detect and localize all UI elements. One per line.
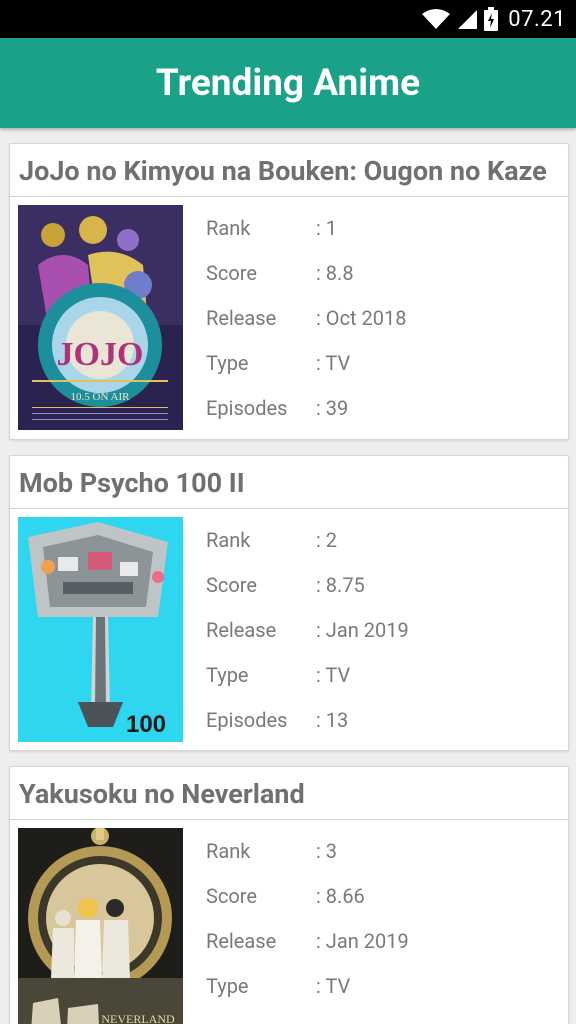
- release-value: : Oct 2018: [316, 305, 407, 330]
- anime-poster: 100: [18, 517, 183, 742]
- score-value: : 8.66: [316, 883, 365, 908]
- anime-card[interactable]: JoJo no Kimyou na Bouken: Ougon no Kaze …: [9, 143, 569, 440]
- jojo-poster-icon: JOJO 10.5 ON AIR: [18, 205, 183, 430]
- type-row: Type : TV: [206, 652, 556, 697]
- release-row: Release : Jan 2019: [206, 607, 556, 652]
- release-label: Release: [206, 617, 277, 642]
- anime-poster: JOJO 10.5 ON AIR: [18, 205, 183, 430]
- release-label: Release: [206, 305, 277, 330]
- poster-logo-text: 100: [126, 711, 166, 738]
- type-row: Type : TV: [206, 340, 556, 385]
- status-icons: 07.21: [422, 0, 566, 38]
- episodes-label: Episodes: [206, 395, 288, 420]
- app-bar: Trending Anime: [0, 38, 576, 128]
- rank-value: : 1: [316, 215, 338, 240]
- release-row: Release : Oct 2018: [206, 295, 556, 340]
- status-bar: 07.21: [0, 0, 576, 38]
- episodes-row: Episodes : 39: [206, 385, 556, 430]
- status-time: 07.21: [508, 6, 566, 32]
- rank-value: : 2: [316, 527, 338, 552]
- anime-details: Rank : 2 Score : 8.75 Release : Jan 2019 Ty…: [206, 517, 556, 742]
- rank-label: Rank: [206, 215, 251, 240]
- wifi-icon: [422, 9, 451, 29]
- episodes-row: Episodes : 13: [206, 697, 556, 742]
- type-value: : TV: [316, 350, 351, 375]
- anime-details: Rank : 3 Score : 8.66 Release : Jan 2019 Ty…: [206, 828, 556, 1008]
- type-value: : TV: [316, 973, 351, 998]
- release-value: : Jan 2019: [316, 617, 409, 642]
- episodes-label: Episodes: [206, 707, 288, 732]
- release-row: Release : Jan 2019: [206, 918, 556, 963]
- anime-card[interactable]: Yakusoku no Neverland NEVERLAND Rank: 3…: [9, 766, 569, 1024]
- score-value: : 8.8: [316, 260, 354, 285]
- rank-label: Rank: [206, 838, 251, 863]
- type-row: Type : TV: [206, 963, 556, 1008]
- release-label: Release: [206, 928, 277, 953]
- type-value: : TV: [316, 662, 351, 687]
- anime-title: Yakusoku no Neverland: [10, 767, 568, 820]
- rank-row: Rank : 1: [206, 205, 556, 250]
- type-label: Type: [206, 973, 249, 998]
- type-label: Type: [206, 350, 249, 375]
- score-row: Score : 8.8: [206, 250, 556, 295]
- rank-row: Rank : 2: [206, 517, 556, 562]
- episodes-value: : 39: [316, 395, 349, 420]
- page-title: Trending Anime: [155, 61, 421, 105]
- poster-logo-text: NEVERLAND: [101, 1012, 175, 1024]
- poster-logo-text: JOJO: [57, 336, 144, 373]
- poster-caption: 10.5 ON AIR: [71, 391, 131, 403]
- anime-details: Rank : 1 Score : 8.8 Release : Oct 2018 Typ…: [206, 205, 556, 430]
- mob-psycho-poster-icon: 100: [18, 517, 183, 742]
- episodes-value: : 13: [316, 707, 349, 732]
- score-label: Score: [206, 572, 257, 597]
- anime-list[interactable]: JoJo no Kimyou na Bouken: Ougon no Kaze …: [0, 128, 576, 1024]
- rank-value: : 3: [316, 838, 338, 863]
- signal-icon: [458, 10, 478, 29]
- score-row: Score : 8.66: [206, 873, 556, 918]
- score-row: Score : 8.75: [206, 562, 556, 607]
- anime-title: JoJo no Kimyou na Bouken: Ougon no Kaze: [10, 144, 568, 197]
- score-value: : 8.75: [316, 572, 365, 597]
- score-label: Score: [206, 260, 257, 285]
- anime-poster: NEVERLAND: [18, 828, 183, 1024]
- rank-label: Rank: [206, 527, 251, 552]
- neverland-poster-icon: NEVERLAND: [18, 828, 183, 1024]
- anime-card[interactable]: Mob Psycho 100 II 100 Rank : 2 Score : 8.7…: [9, 455, 569, 751]
- type-label: Type: [206, 662, 249, 687]
- rank-row: Rank : 3: [206, 828, 556, 873]
- score-label: Score: [206, 883, 257, 908]
- battery-icon: [484, 7, 499, 31]
- anime-title: Mob Psycho 100 II: [10, 456, 568, 509]
- release-value: : Jan 2019: [316, 928, 409, 953]
